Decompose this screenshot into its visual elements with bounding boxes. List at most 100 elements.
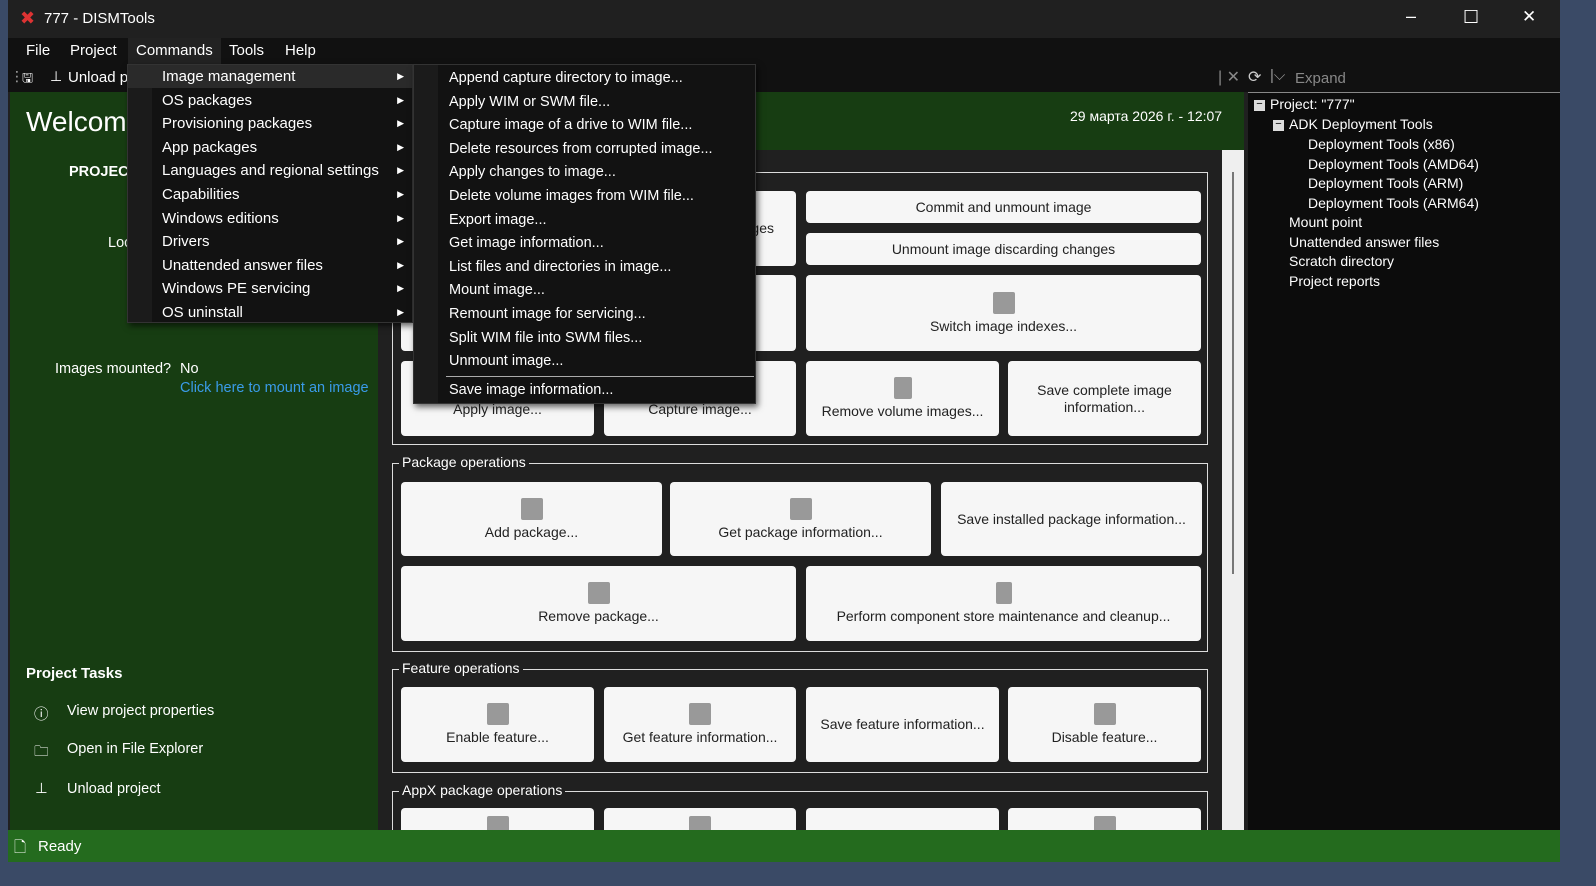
maximize-button[interactable]: ☐ (1463, 7, 1479, 28)
app-tools-icon: ✖ (20, 8, 36, 28)
submenu-arrow-icon: ▶ (397, 165, 404, 176)
appx-button[interactable] (1008, 808, 1201, 830)
images-mounted-label: Images mounted? (55, 361, 172, 377)
title-bar: ✖ 777 - DISMTools – ☐ ✕ (8, 0, 1560, 38)
cleanup-button[interactable]: Perform component store maintenance and … (806, 566, 1201, 641)
briefcase-icon (1093, 816, 1116, 830)
remove-volume-images-button[interactable]: Remove volume images... (806, 361, 999, 436)
scrollbar-thumb[interactable] (1232, 172, 1234, 574)
menu-item-capabilities[interactable]: Capabilities ▶ (128, 183, 412, 206)
submenu-arrow-icon: ▶ (397, 118, 404, 129)
tree-item[interactable]: Project reports (1289, 273, 1380, 289)
button-label: Enable feature... (446, 729, 549, 745)
submenu-item[interactable]: Delete volume images from WIM file... (414, 185, 755, 208)
tree-item[interactable]: Unattended answer files (1289, 234, 1439, 250)
appx-button[interactable] (806, 808, 999, 830)
submenu-item[interactable]: Split WIM file into SWM files... (414, 327, 755, 350)
unmount-discard-button[interactable]: Unmount image discarding changes (806, 233, 1201, 265)
submenu-item[interactable]: Remount image for servicing... (414, 303, 755, 326)
save-icon[interactable]: 🖫 (22, 69, 33, 91)
menu-item-os-uninstall[interactable]: OS uninstall ▶ (128, 301, 412, 324)
mount-image-link[interactable]: Click here to mount an image (180, 380, 369, 396)
save-feature-info-button[interactable]: Save feature information... (806, 687, 999, 762)
menu-item-label: Capabilities (162, 186, 240, 203)
menu-project[interactable]: Project (70, 42, 117, 59)
enable-feature-button[interactable]: Enable feature... (401, 687, 594, 762)
task-view-properties[interactable]: View project properties (67, 703, 214, 719)
menu-item-editions[interactable]: Windows editions ▶ (128, 207, 412, 230)
images-mounted-value: No (180, 361, 199, 377)
tree-root[interactable]: Project: "777" (1270, 96, 1355, 112)
tree-item[interactable]: Deployment Tools (ARM) (1308, 175, 1463, 191)
unload-project-button[interactable]: Unload p (68, 69, 128, 86)
menu-item-label: Drivers (162, 233, 210, 251)
submenu-item-save-info[interactable]: Save image information... (414, 379, 755, 402)
disable-feature-button[interactable]: Disable feature... (1008, 687, 1201, 762)
task-open-explorer[interactable]: Open in File Explorer (67, 741, 203, 757)
submenu-arrow-icon: ▶ (397, 189, 404, 199)
button-label: Perform component store maintenance and … (836, 608, 1171, 624)
tree-item[interactable]: Deployment Tools (x86) (1308, 136, 1455, 152)
package-add-icon (520, 497, 543, 520)
appx-button[interactable] (604, 808, 796, 830)
tree-item[interactable]: Deployment Tools (AMD64) (1308, 156, 1479, 172)
submenu-item[interactable]: Get image information... (414, 232, 755, 255)
get-package-info-button[interactable]: Get package information... (670, 482, 931, 556)
submenu-item[interactable]: List files and directories in image... (414, 256, 755, 279)
info-icon: ⓘ (34, 707, 49, 723)
menu-item-unattended[interactable]: Unattended answer files ▶ (128, 254, 412, 277)
tree-adk[interactable]: ADK Deployment Tools (1289, 116, 1433, 132)
menu-item-provisioning[interactable]: Provisioning packages ▶ (128, 112, 412, 135)
task-unload-project[interactable]: Unload project (67, 781, 161, 797)
get-feature-info-button[interactable]: Get feature information... (604, 687, 796, 762)
menu-help[interactable]: Help (285, 42, 316, 59)
tree-item[interactable]: Scratch directory (1289, 253, 1394, 269)
document-check-icon: 🗋 (14, 839, 27, 856)
save-package-info-button[interactable]: Save installed package information... (941, 482, 1202, 556)
menu-file[interactable]: File (26, 42, 50, 59)
submenu-item[interactable]: Mount image... (414, 279, 755, 302)
submenu-arrow-icon: ▶ (397, 283, 404, 294)
group-title: AppX package operations (399, 782, 566, 798)
menu-tools[interactable]: Tools (229, 42, 264, 59)
submenu-item[interactable]: Export image... (414, 209, 755, 232)
menu-item-drivers[interactable]: Drivers ▶ (128, 230, 412, 253)
menu-item-app-packages[interactable]: App packages ▶ (128, 136, 412, 159)
submenu-item[interactable]: Unmount image... (414, 350, 755, 373)
remove-package-button[interactable]: Remove package... (401, 566, 796, 641)
save-complete-info-button[interactable]: Save complete image information... (1008, 361, 1201, 436)
collapse-icon[interactable]: − (1254, 99, 1265, 111)
close-button[interactable]: ✕ (1522, 7, 1536, 27)
minimize-button[interactable]: – (1406, 6, 1416, 27)
button-label: Get feature information... (622, 729, 778, 745)
menu-item-label: App packages (162, 138, 258, 156)
add-package-button[interactable]: Add package... (401, 482, 662, 556)
refresh-icon[interactable]: ⟳ (1248, 67, 1261, 87)
button-label: Remove package... (538, 608, 659, 624)
submenu-arrow-icon: ▶ (397, 94, 404, 105)
menu-item-image-management[interactable]: Image management ▶ (128, 65, 412, 88)
menu-commands[interactable]: Commands (128, 38, 221, 64)
submenu-item[interactable]: Append capture directory to image... (414, 67, 755, 90)
welcome-heading: Welcome (26, 106, 143, 137)
submenu-item[interactable]: Apply changes to image... (414, 161, 755, 184)
unload-icon[interactable]: ⊥ (50, 68, 62, 85)
vertical-scrollbar[interactable] (1222, 150, 1244, 830)
menu-item-os-packages[interactable]: OS packages ▶ (128, 89, 412, 112)
submenu-item[interactable]: Capture image of a drive to WIM file... (414, 114, 755, 137)
collapse-icon[interactable]: − (1273, 119, 1284, 131)
switch-indexes-button[interactable]: Switch image indexes... (806, 275, 1201, 351)
feature-icon (689, 703, 711, 725)
submenu-item[interactable]: Delete resources from corrupted image... (414, 138, 755, 161)
folder-icon: 🗀 (34, 744, 49, 760)
expand-button[interactable]: Expand (1295, 70, 1346, 87)
status-text: Ready (38, 838, 82, 855)
close-panel-icon[interactable]: | ✕ (1218, 67, 1240, 87)
appx-button[interactable] (401, 808, 594, 830)
commit-unmount-button[interactable]: Commit and unmount image (806, 191, 1201, 223)
menu-item-winpe[interactable]: Windows PE servicing ▶ (128, 277, 412, 300)
menu-item-languages[interactable]: Languages and regional settings ▶ (128, 159, 412, 182)
tree-item[interactable]: Mount point (1289, 214, 1362, 230)
tree-item[interactable]: Deployment Tools (ARM64) (1308, 195, 1479, 211)
submenu-item[interactable]: Apply WIM or SWM file... (414, 91, 755, 114)
